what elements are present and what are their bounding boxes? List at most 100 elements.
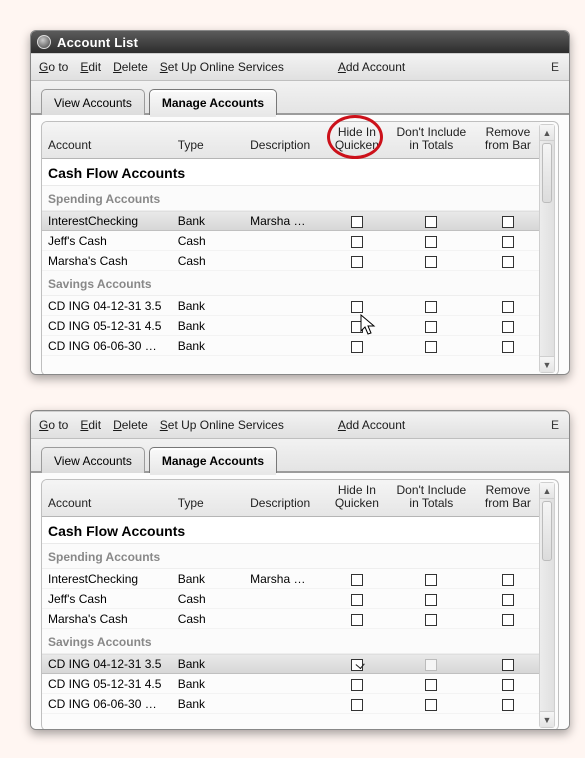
tabstrip: View Accounts Manage Accounts (31, 439, 569, 473)
col-account[interactable]: Account (42, 480, 172, 517)
tabstrip: View Accounts Manage Accounts (31, 81, 569, 115)
checkbox-hide[interactable] (351, 574, 363, 586)
checkbox-dont-include[interactable] (425, 574, 437, 586)
menu-online[interactable]: Set Up Online Services (160, 418, 284, 432)
col-dont-include[interactable]: Don't Includein Totals (387, 480, 476, 517)
accounts-table: Account Type Description Hide InQuicken … (42, 480, 540, 714)
checkbox-remove[interactable] (502, 614, 514, 626)
col-dont-include[interactable]: Don't Includein Totals (387, 122, 476, 159)
checkbox-hide[interactable] (351, 216, 363, 228)
menu-edit[interactable]: Edit (80, 60, 101, 74)
checkbox-dont-include[interactable] (425, 216, 437, 228)
checkbox-dont-include[interactable] (425, 679, 437, 691)
tab-view-accounts[interactable]: View Accounts (41, 447, 145, 473)
menu-online[interactable]: Set Up Online Services (160, 60, 284, 74)
checkbox-remove[interactable] (502, 594, 514, 606)
table-row[interactable]: CD ING 06-06-30 … Bank (42, 336, 540, 356)
menu-cut-right[interactable]: E (551, 418, 561, 432)
table-row[interactable]: Jeff's Cash Cash (42, 589, 540, 609)
menu-add[interactable]: Add Account (338, 418, 405, 432)
section-cash-flow: Cash Flow Accounts (42, 517, 540, 544)
checkbox-remove[interactable] (502, 659, 514, 671)
checkbox-hide[interactable] (351, 659, 363, 671)
tab-manage-accounts[interactable]: Manage Accounts (149, 89, 277, 115)
window-title: Account List (57, 35, 138, 50)
col-type[interactable]: Type (172, 122, 244, 159)
menu-edit[interactable]: Edit (80, 418, 101, 432)
col-remove-from-bar[interactable]: Removefrom Bar (476, 122, 540, 159)
account-list-window-after: Go to Edit Delete Set Up Online Services… (30, 410, 570, 730)
table-row[interactable]: CD ING 04-12-31 3.5 Bank (42, 296, 540, 316)
scroll-down-icon[interactable]: ▼ (540, 711, 554, 727)
tab-view-accounts[interactable]: View Accounts (41, 89, 145, 115)
scroll-thumb[interactable] (542, 501, 552, 561)
checkbox-remove[interactable] (502, 256, 514, 268)
table-row[interactable]: InterestChecking Bank Marsha … (42, 211, 540, 231)
table-row[interactable]: CD ING 04-12-31 3.5 Bank (42, 654, 540, 674)
column-headers: Account Type Description Hide InQuicken … (42, 122, 540, 159)
scroll-down-icon[interactable]: ▼ (540, 356, 554, 372)
table-row[interactable]: InterestChecking Bank Marsha … (42, 569, 540, 589)
checkbox-remove[interactable] (502, 679, 514, 691)
menu-add[interactable]: Add Account (338, 60, 405, 74)
tab-body: Account Type Description Hide InQuicken … (31, 115, 569, 374)
checkbox-dont-include[interactable] (425, 301, 437, 313)
checkbox-hide[interactable] (351, 594, 363, 606)
scroll-thumb[interactable] (542, 143, 552, 203)
tab-manage-accounts[interactable]: Manage Accounts (149, 447, 277, 473)
tab-body: Account Type Description Hide InQuicken … (31, 473, 569, 729)
checkbox-hide[interactable] (351, 341, 363, 353)
col-description[interactable]: Description (244, 122, 327, 159)
col-type[interactable]: Type (172, 480, 244, 517)
table-row[interactable]: CD ING 06-06-30 … Bank (42, 694, 540, 714)
col-hide-in-quicken[interactable]: Hide InQuicken (327, 122, 387, 159)
checkbox-dont-include[interactable] (425, 614, 437, 626)
checkbox-dont-include[interactable] (425, 699, 437, 711)
table-row[interactable]: CD ING 05-12-31 4.5 Bank (42, 316, 540, 336)
col-description[interactable]: Description (244, 480, 327, 517)
subhead-savings: Savings Accounts (42, 271, 540, 296)
checkbox-hide[interactable] (351, 699, 363, 711)
table-row[interactable]: CD ING 05-12-31 4.5 Bank (42, 674, 540, 694)
menu-goto[interactable]: Go to (39, 60, 68, 74)
scroll-up-icon[interactable]: ▲ (540, 125, 554, 141)
subhead-spending: Spending Accounts (42, 544, 540, 569)
checkbox-remove[interactable] (502, 236, 514, 248)
checkbox-hide[interactable] (351, 256, 363, 268)
checkbox-remove[interactable] (502, 574, 514, 586)
menu-delete[interactable]: Delete (113, 60, 148, 74)
checkbox-hide[interactable] (351, 301, 363, 313)
checkbox-remove[interactable] (502, 301, 514, 313)
menu-delete[interactable]: Delete (113, 418, 148, 432)
column-headers: Account Type Description Hide InQuicken … (42, 480, 540, 517)
checkbox-hide[interactable] (351, 236, 363, 248)
checkbox-remove[interactable] (502, 699, 514, 711)
checkbox-hide[interactable] (351, 321, 363, 333)
table-row[interactable]: Jeff's Cash Cash (42, 231, 540, 251)
table-row[interactable]: Marsha's Cash Cash (42, 609, 540, 629)
menubar: Go to Edit Delete Set Up Online Services… (31, 411, 569, 439)
titlebar[interactable]: Account List (31, 31, 569, 53)
vertical-scrollbar[interactable]: ▲ ▼ (539, 482, 555, 728)
checkbox-remove[interactable] (502, 321, 514, 333)
app-icon (37, 35, 51, 49)
checkbox-remove[interactable] (502, 216, 514, 228)
checkbox-hide[interactable] (351, 614, 363, 626)
checkbox-dont-include[interactable] (425, 256, 437, 268)
checkbox-remove[interactable] (502, 341, 514, 353)
scroll-up-icon[interactable]: ▲ (540, 483, 554, 499)
checkbox-dont-include[interactable] (425, 236, 437, 248)
menubar: Go to Edit Delete Set Up Online Services… (31, 53, 569, 81)
menu-goto[interactable]: Go to (39, 418, 68, 432)
checkbox-dont-include[interactable] (425, 321, 437, 333)
checkbox-dont-include[interactable] (425, 659, 437, 671)
checkbox-hide[interactable] (351, 679, 363, 691)
vertical-scrollbar[interactable]: ▲ ▼ (539, 124, 555, 373)
col-account[interactable]: Account (42, 122, 172, 159)
checkbox-dont-include[interactable] (425, 594, 437, 606)
col-hide-in-quicken[interactable]: Hide InQuicken (327, 480, 387, 517)
col-remove-from-bar[interactable]: Removefrom Bar (476, 480, 540, 517)
menu-cut-right[interactable]: E (551, 60, 561, 74)
checkbox-dont-include[interactable] (425, 341, 437, 353)
table-row[interactable]: Marsha's Cash Cash (42, 251, 540, 271)
